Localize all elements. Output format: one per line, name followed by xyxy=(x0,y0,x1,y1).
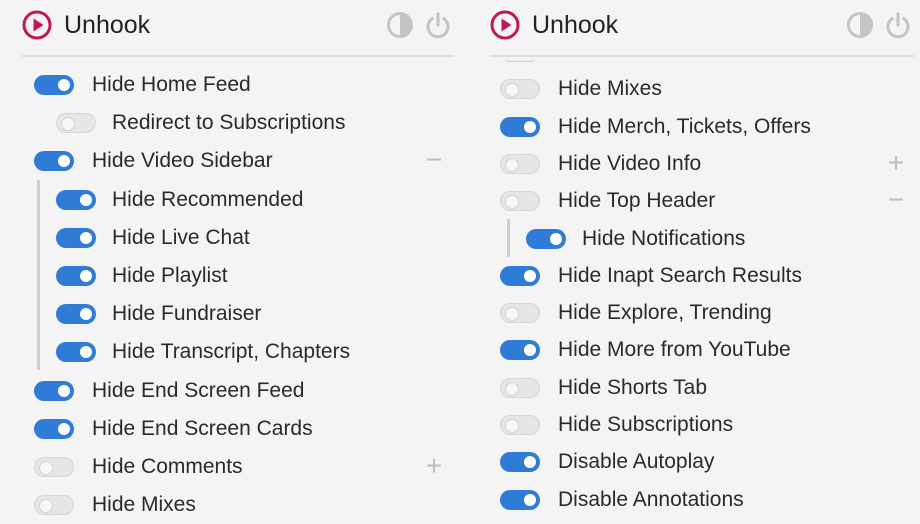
setting-label: Hide Top Header xyxy=(558,189,716,213)
setting-row: Hide Transcript, Chapters xyxy=(56,334,446,370)
toggle-switch[interactable] xyxy=(34,75,74,95)
setting-label: Hide Home Feed xyxy=(92,73,251,96)
setting-row: Hide Video Sidebar − xyxy=(34,143,446,179)
header-divider xyxy=(490,55,914,57)
setting-row: Hide Notifications xyxy=(526,221,908,257)
setting-label: Hide Comments xyxy=(92,455,243,478)
toggle-switch[interactable] xyxy=(500,303,540,324)
toggle-switch[interactable] xyxy=(500,377,540,398)
setting-row: Disable Annotations xyxy=(500,482,908,518)
header-actions xyxy=(846,10,912,40)
setting-label: Hide Subscriptions xyxy=(558,413,734,436)
setting-row: Hide Inapt Search Results xyxy=(500,258,908,294)
toggle-switch[interactable] xyxy=(500,153,540,174)
setting-label: Hide Merch, Tickets, Offers xyxy=(558,114,811,138)
right-panel: Hide Comments+Hide MixesHide Merch, Tick… xyxy=(460,0,920,524)
setting-label: Hide Explore, Trending xyxy=(558,301,772,325)
setting-label: Hide Mixes xyxy=(92,493,196,517)
header: Unhook xyxy=(22,0,460,57)
setting-label: Disable Annotations xyxy=(558,487,744,511)
setting-row: Redirect to Subscriptions xyxy=(56,105,446,141)
play-logo-icon xyxy=(22,10,52,40)
toggle-switch[interactable] xyxy=(34,151,74,172)
setting-label: Hide Fundraiser xyxy=(112,302,262,326)
toggle-switch[interactable] xyxy=(56,189,96,210)
expand-icon[interactable]: + xyxy=(422,452,446,480)
toggle-switch[interactable] xyxy=(500,489,540,510)
setting-label: Hide Live Chat xyxy=(112,225,250,249)
setting-row: Disable Autoplay xyxy=(500,444,908,480)
power-icon[interactable] xyxy=(884,11,912,39)
setting-row: Hide Shorts Tab xyxy=(500,370,908,406)
setting-label: Hide Mixes xyxy=(558,77,662,101)
toggle-switch[interactable] xyxy=(56,304,96,325)
setting-label: Hide End Screen Feed xyxy=(92,378,305,402)
setting-label: Hide Playlist xyxy=(112,264,228,287)
setting-row: Hide Fundraiser xyxy=(56,296,446,332)
toggle-switch[interactable] xyxy=(34,457,74,477)
setting-row: Hide Live Chat xyxy=(56,220,446,256)
theme-contrast-icon[interactable] xyxy=(386,11,414,39)
play-logo-icon xyxy=(490,10,520,40)
toggle-switch[interactable] xyxy=(500,340,540,361)
setting-row: Hide Merch, Tickets, Offers xyxy=(500,109,908,145)
toggle-switch[interactable] xyxy=(500,79,540,100)
setting-row: Hide More from YouTube xyxy=(500,332,908,368)
setting-row: Hide Home Feed xyxy=(34,67,446,103)
toggle-switch[interactable] xyxy=(56,266,96,286)
setting-label: Hide Shorts Tab xyxy=(558,375,708,399)
setting-label: Hide Inapt Search Results xyxy=(558,263,802,287)
child-group-indicator xyxy=(507,218,510,257)
setting-row: Hide Comments + xyxy=(34,449,446,485)
power-icon[interactable] xyxy=(424,11,452,39)
header-divider xyxy=(22,55,454,57)
toggle-switch[interactable] xyxy=(56,113,96,134)
collapse-icon[interactable]: − xyxy=(884,186,908,214)
setting-label: Hide Transcript, Chapters xyxy=(112,340,351,364)
header-actions xyxy=(386,10,452,40)
setting-row: Hide Top Header − xyxy=(500,183,908,219)
toggle-switch[interactable] xyxy=(500,191,540,212)
header: Unhook xyxy=(490,0,920,60)
setting-label: Redirect to Subscriptions xyxy=(112,111,346,135)
toggle-switch[interactable] xyxy=(500,415,540,435)
toggle-switch[interactable] xyxy=(34,495,74,516)
setting-row: Hide End Screen Cards xyxy=(34,411,446,447)
setting-row: Hide Video Info + xyxy=(500,146,908,182)
setting-label: Hide Video Sidebar xyxy=(92,149,273,173)
toggle-switch[interactable] xyxy=(56,342,96,363)
setting-label: Hide End Screen Cards xyxy=(92,416,313,440)
setting-label: Hide More from YouTube xyxy=(558,338,791,362)
collapse-icon[interactable]: − xyxy=(422,146,446,174)
setting-row: Hide Mixes xyxy=(34,487,446,523)
theme-contrast-icon[interactable] xyxy=(846,11,874,39)
setting-row: Hide Mixes xyxy=(500,71,908,107)
app-name: Unhook xyxy=(64,11,151,39)
child-group-indicator xyxy=(37,179,40,371)
toggle-switch[interactable] xyxy=(56,227,96,248)
toggle-switch[interactable] xyxy=(34,380,74,401)
setting-label: Hide Notifications xyxy=(582,226,746,250)
setting-label: Disable Autoplay xyxy=(558,450,715,474)
setting-label: Hide Recommended xyxy=(112,187,304,211)
setting-row: Hide Explore, Trending xyxy=(500,295,908,331)
toggle-switch[interactable] xyxy=(500,452,540,473)
setting-row: Hide Subscriptions xyxy=(500,407,908,443)
app-name: Unhook xyxy=(532,11,619,39)
setting-label: Hide Video Info xyxy=(558,151,702,175)
setting-row: Hide Recommended xyxy=(56,182,446,218)
toggle-switch[interactable] xyxy=(526,228,566,249)
expand-icon[interactable]: + xyxy=(884,148,908,176)
left-panel: Unhook Hide Home Feed Redirect to Subscri… xyxy=(0,0,460,524)
toggle-switch[interactable] xyxy=(34,418,74,439)
toggle-switch[interactable] xyxy=(500,116,540,137)
toggle-switch[interactable] xyxy=(500,265,540,286)
setting-row: Hide End Screen Feed xyxy=(34,373,446,409)
setting-row: Hide Playlist xyxy=(56,258,446,294)
